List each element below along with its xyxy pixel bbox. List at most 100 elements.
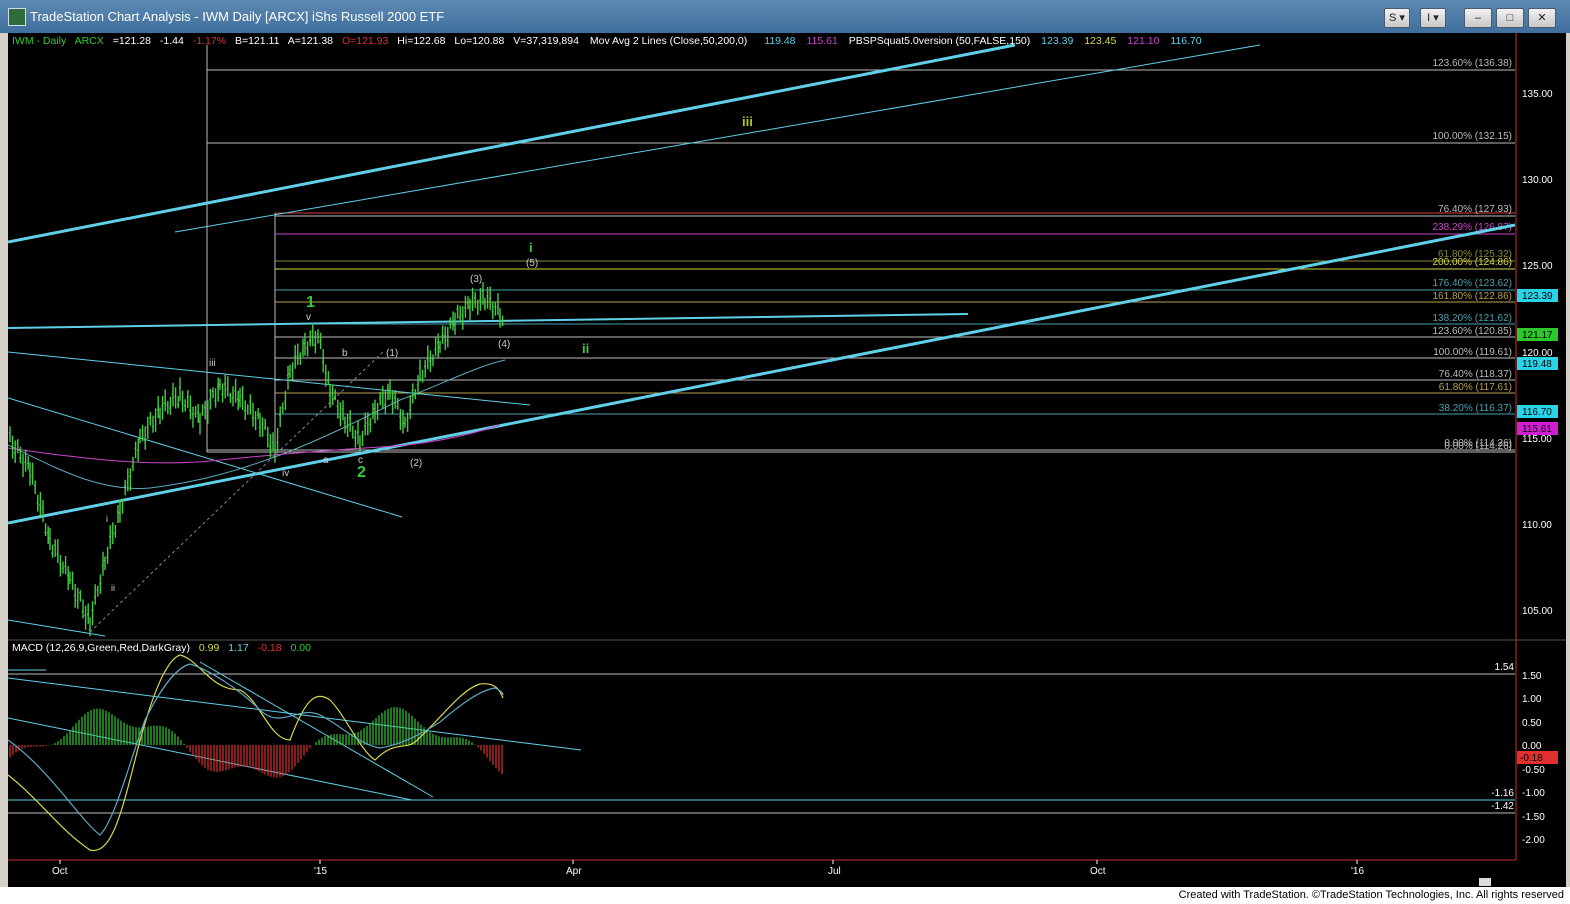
header-symbol: IWM - Daily	[12, 35, 67, 47]
price-marker-label: 123.39	[1522, 291, 1553, 302]
price-bars	[8, 282, 504, 637]
header-last: =121.28	[113, 35, 151, 47]
time-tick: Oct	[52, 866, 68, 877]
ma-50-line	[7, 359, 506, 489]
price-axis: 135.00 130.00 125.00 120.00 115.00 110.0…	[1522, 89, 1553, 617]
macd-v1: 0.99	[199, 642, 220, 654]
wave-label: (3)	[470, 274, 482, 285]
wave-label: (5)	[526, 258, 538, 269]
fib-label: 200.00% (124.86)	[1432, 257, 1512, 268]
macd-tick: 0.50	[1522, 718, 1542, 729]
header-line: IWM - Daily ARCX =121.28 -1.44 -1.17% B=…	[12, 35, 1202, 47]
macd-tick: -2.00	[1522, 835, 1545, 846]
scroll-handle[interactable]	[1479, 878, 1491, 886]
fib-label: 38.20% (116.37)	[1439, 403, 1512, 414]
close-button[interactable]: ✕	[1528, 8, 1556, 28]
time-tick: Oct	[1090, 866, 1106, 877]
time-tick: Jul	[828, 866, 841, 877]
header-exchange: ARCX	[75, 35, 104, 47]
macd-level-label: -1.42	[1491, 801, 1514, 812]
header-change: -1.44	[160, 35, 184, 47]
header-ask: A=121.38	[288, 35, 333, 47]
macd-v2: 1.17	[228, 642, 249, 654]
fib-label: 161.80% (122.86)	[1432, 291, 1512, 302]
macd-marker-label: -0.18	[1520, 753, 1543, 764]
wave-label: i	[529, 240, 533, 255]
wave-label: 1	[306, 294, 315, 311]
macd-tick: -1.50	[1522, 812, 1545, 823]
fib-lines	[206, 45, 1515, 453]
time-axis: Oct '15 Apr Jul Oct '16	[52, 860, 1364, 877]
copyright-text: Created with TradeStation. ©TradeStation…	[1178, 889, 1564, 901]
time-tick: Apr	[566, 866, 582, 877]
price-tick: 135.00	[1522, 89, 1553, 100]
price-marker-label: 121.17	[1522, 330, 1553, 341]
fib-label: 0.00% (114.26)	[1444, 441, 1512, 452]
macd-tick: -1.00	[1522, 788, 1545, 799]
wave-label: (4)	[498, 339, 510, 350]
macd-header: MACD (12,26,9,Green,Red,DarkGray) 0.99 1…	[12, 642, 311, 654]
time-tick: '16	[1351, 866, 1364, 877]
price-tick: 115.00	[1522, 434, 1552, 445]
wave-label: (2)	[410, 458, 422, 469]
wave-label: i	[106, 514, 108, 524]
wave-label: 2	[357, 464, 366, 481]
tradestation-app-icon	[8, 8, 26, 26]
fib-label: 123.60% (120.85)	[1432, 326, 1512, 337]
header-change-pct: -1.17%	[193, 35, 226, 47]
ma-200-line	[7, 424, 501, 464]
price-tick: 105.00	[1522, 606, 1553, 617]
wave-label: ii	[582, 341, 589, 356]
chart-svg[interactable]: IWM - Daily ARCX =121.28 -1.44 -1.17% B=…	[7, 33, 1566, 887]
time-tick: '15	[314, 866, 327, 877]
header-volume: V=37,319,894	[513, 35, 579, 47]
header-high: Hi=122.68	[397, 35, 445, 47]
status-bar: Created with TradeStation. ©TradeStation…	[0, 887, 1570, 904]
maximize-button[interactable]: □	[1496, 8, 1524, 28]
price-tick: 110.00	[1522, 520, 1552, 531]
macd-tick: -0.50	[1522, 765, 1545, 776]
fib-labels: 123.60% (136.38) 100.00% (132.15) 76.40%…	[1432, 58, 1512, 452]
indicator-i-button[interactable]: I ▾	[1420, 8, 1446, 28]
header-pbs-label: PBSPSquat5.0version (50,FALSE,150)	[849, 35, 1031, 47]
trend-lines	[7, 43, 1516, 637]
fib-label: 123.60% (136.38)	[1432, 58, 1512, 69]
macd-level-label: -1.16	[1491, 788, 1514, 799]
wave-label: (1)	[386, 348, 398, 359]
macd-tick: 1.50	[1522, 671, 1542, 682]
price-tick: 125.00	[1522, 261, 1553, 272]
title-bar: TradeStation Chart Analysis - IWM Daily …	[0, 0, 1570, 33]
price-marker-label: 116.70	[1522, 407, 1552, 418]
fib-label: 61.80% (117.61)	[1439, 382, 1512, 393]
wave-label: b	[342, 348, 348, 359]
header-ma-val1: 119.48	[764, 35, 795, 47]
wave-label: iii	[742, 114, 753, 129]
wave-labels: iii i (5) (3) 1 v b (1) (4) ii iii a c i…	[106, 114, 753, 593]
header-open: O=121.93	[342, 35, 389, 47]
chart-area[interactable]: IWM - Daily ARCX =121.28 -1.44 -1.17% B=…	[7, 33, 1566, 887]
window-title: TradeStation Chart Analysis - IWM Daily …	[30, 9, 445, 24]
header-ma-label: Mov Avg 2 Lines (Close,50,200,0)	[590, 35, 747, 47]
macd-level-labels: 1.54 -1.16 -1.42	[1491, 662, 1514, 812]
minimize-button[interactable]: –	[1464, 8, 1492, 28]
macd-v3: -0.18	[258, 642, 282, 654]
wave-label: a	[323, 455, 329, 466]
wave-label: ii	[111, 583, 115, 593]
macd-v4: 0.00	[290, 642, 311, 654]
fib-label: 100.00% (132.15)	[1432, 131, 1512, 142]
header-pbs-v2: 123.45	[1084, 35, 1116, 47]
fib-label: 100.00% (119.61)	[1433, 347, 1512, 358]
price-tick: 130.00	[1522, 175, 1553, 186]
header-bid: B=121.11	[235, 35, 280, 47]
macd-levels	[8, 669, 1515, 814]
header-pbs-v4: 116.70	[1170, 35, 1201, 47]
header-low: Lo=120.88	[454, 35, 504, 47]
header-pbs-v1: 123.39	[1041, 35, 1073, 47]
fib-label: 76.40% (127.93)	[1438, 204, 1512, 215]
wave-label: iii	[209, 358, 216, 369]
fib-label: 138.20% (121.62)	[1432, 313, 1512, 324]
macd-level-label: 1.54	[1495, 662, 1515, 673]
macd-label: MACD (12,26,9,Green,Red,DarkGray)	[12, 642, 190, 654]
symbol-link-s-button[interactable]: S ▾	[1384, 8, 1410, 28]
price-marker-label: 119.48	[1522, 359, 1552, 370]
